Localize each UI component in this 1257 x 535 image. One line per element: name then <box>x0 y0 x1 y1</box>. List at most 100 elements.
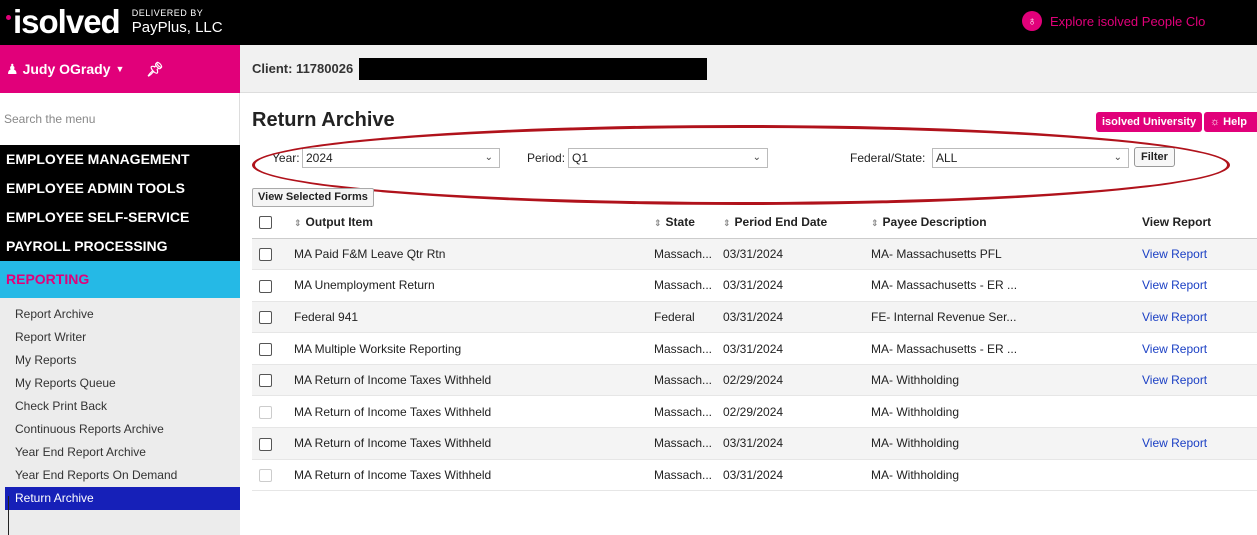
menu-reporting[interactable]: REPORTING <box>0 261 240 298</box>
cell-payee-description: FE- Internal Revenue Ser... <box>871 301 1142 334</box>
year-value: 2024 <box>306 151 333 165</box>
caret-down-icon: ▼ <box>115 64 125 74</box>
table-row: MA Return of Income Taxes Withheld Massa… <box>252 364 1257 397</box>
sidebar-item-year-end-report-archive[interactable]: Year End Report Archive <box>5 441 240 464</box>
sidebar-item-my-reports-queue[interactable]: My Reports Queue <box>5 372 240 395</box>
isolved-logo[interactable]: isolved DELIVERED BY PayPlus, LLC <box>6 4 223 40</box>
explore-text: Explore isolved People Clo <box>1050 13 1206 29</box>
select-all-checkbox[interactable] <box>259 216 272 230</box>
period-value: Q1 <box>572 151 589 165</box>
sidebar-item-report-archive[interactable]: Report Archive <box>5 303 240 326</box>
cell-view-report: View Report <box>1142 301 1257 334</box>
federal-state-label: Federal/State: <box>850 151 926 165</box>
pin-icon[interactable]: 📌︎ <box>146 61 164 78</box>
sidebar-item-my-reports[interactable]: My Reports <box>5 349 240 372</box>
table-row: Federal 941 Federal 03/31/2024 FE- Inter… <box>252 301 1257 334</box>
menu-employee-admin-tools[interactable]: EMPLOYEE ADMIN TOOLS <box>0 174 240 203</box>
user-icon: ♟ <box>6 60 19 77</box>
cell-period-end-date: 02/29/2024 <box>723 395 871 429</box>
cell-payee-description: MA- Withholding <box>871 427 1142 460</box>
cell-output-item: MA Unemployment Return <box>294 269 654 302</box>
cell-payee-description: MA- Withholding <box>871 395 1142 429</box>
row-checkbox[interactable] <box>259 279 272 293</box>
cell-view-report: View Report <box>1142 238 1257 271</box>
cell-state: Massach... <box>654 238 723 271</box>
col-state[interactable]: ⇕ State <box>654 207 723 239</box>
row-checkbox-cell <box>252 238 294 271</box>
cell-period-end-date: 03/31/2024 <box>723 238 871 271</box>
federal-state-select[interactable]: ALL ⌄ <box>932 148 1129 168</box>
view-report-link[interactable]: View Report <box>1142 310 1207 324</box>
sidebar-divider <box>8 496 9 535</box>
col-period-end-date[interactable]: ⇕ Period End Date <box>723 207 871 239</box>
view-selected-forms-button[interactable]: View Selected Forms <box>252 188 374 207</box>
row-checkbox[interactable] <box>259 311 272 325</box>
chevron-down-icon: ⌄ <box>752 152 761 163</box>
menu-payroll-processing[interactable]: PAYROLL PROCESSING <box>0 232 240 261</box>
cell-state: Federal <box>654 301 723 334</box>
select-all-cell <box>252 207 294 239</box>
col-output-item-label: Output Item <box>305 215 373 230</box>
col-output-item[interactable]: ⇕ Output Item <box>294 207 654 239</box>
row-checkbox-cell <box>252 269 294 302</box>
year-select[interactable]: 2024 ⌄ <box>302 148 500 168</box>
cell-state: Massach... <box>654 395 723 429</box>
row-checkbox[interactable] <box>259 374 272 388</box>
view-report-link[interactable]: View Report <box>1142 342 1207 356</box>
menu-search-input[interactable]: Search the menu <box>0 93 240 145</box>
sidebar-item-continuous-reports-archive[interactable]: Continuous Reports Archive <box>5 418 240 441</box>
sidebar: Search the menu EMPLOYEE MANAGEMENT EMPL… <box>0 93 240 535</box>
cell-state: Massach... <box>654 332 723 365</box>
cell-period-end-date: 03/31/2024 <box>723 427 871 460</box>
explore-link[interactable]: ♁ Explore isolved People Clo <box>1022 11 1257 31</box>
user-menu[interactable]: ♟ Judy OGrady ▼ 📌︎ <box>0 45 240 93</box>
cell-output-item: Federal 941 <box>294 301 654 334</box>
help-label: Help <box>1223 116 1247 128</box>
cell-period-end-date: 03/31/2024 <box>723 332 871 365</box>
logo-subtitle: DELIVERED BY PayPlus, LLC <box>132 9 223 36</box>
row-checkbox-cell <box>252 427 294 460</box>
menu-sections: EMPLOYEE MANAGEMENT EMPLOYEE ADMIN TOOLS… <box>0 145 240 261</box>
client-bar: Client: 11780026 <box>240 45 1257 93</box>
table-row: MA Multiple Worksite Reporting Massach..… <box>252 332 1257 365</box>
return-archive-table: ⇕ Output Item ⇕ State ⇕ Period End Date ⇕ Pa… <box>252 207 1257 492</box>
sidebar-item-year-end-reports-on-demand[interactable]: Year End Reports On Demand <box>5 464 240 487</box>
main-content: Return Archive isolved University ☼ Help… <box>240 93 1257 535</box>
sidebar-item-check-print-back[interactable]: Check Print Back <box>5 395 240 418</box>
col-state-label: State <box>665 215 695 230</box>
menu-employee-management[interactable]: EMPLOYEE MANAGEMENT <box>0 145 240 174</box>
period-label: Period: <box>527 151 566 165</box>
cell-view-report: View Report <box>1142 364 1257 397</box>
help-button[interactable]: ☼ Help <box>1204 112 1257 132</box>
menu-employee-self-service[interactable]: EMPLOYEE SELF-SERVICE <box>0 203 240 232</box>
sidebar-item-report-writer[interactable]: Report Writer <box>5 326 240 349</box>
cell-view-report: View Report <box>1142 269 1257 302</box>
filter-button[interactable]: Filter <box>1134 147 1175 167</box>
cell-payee-description: MA- Massachusetts - ER ... <box>871 332 1142 365</box>
cell-period-end-date: 03/31/2024 <box>723 459 871 492</box>
isolved-university-button[interactable]: isolved University <box>1096 112 1203 132</box>
view-report-link[interactable]: View Report <box>1142 373 1207 387</box>
cell-period-end-date: 03/31/2024 <box>723 269 871 302</box>
col-payee-description[interactable]: ⇕ Payee Description <box>871 207 1142 239</box>
table-header-row: ⇕ Output Item ⇕ State ⇕ Period End Date ⇕ Pa… <box>252 207 1257 239</box>
row-checkbox[interactable] <box>259 247 272 261</box>
period-select[interactable]: Q1 ⌄ <box>568 148 768 168</box>
cell-view-report <box>1142 459 1257 492</box>
row-checkbox[interactable] <box>259 437 272 451</box>
cell-view-report <box>1142 395 1257 429</box>
table-row: MA Return of Income Taxes Withheld Massa… <box>252 427 1257 460</box>
sidebar-item-return-archive[interactable]: Return Archive <box>5 487 240 510</box>
client-label: Client: 11780026 <box>252 61 354 76</box>
view-report-link[interactable]: View Report <box>1142 436 1207 450</box>
row-checkbox[interactable] <box>259 342 272 356</box>
chevron-down-icon: ⌄ <box>484 152 493 163</box>
view-report-link[interactable]: View Report <box>1142 247 1207 261</box>
federal-state-value: ALL <box>936 151 958 165</box>
page-title: Return Archive <box>252 109 395 131</box>
view-report-link[interactable]: View Report <box>1142 278 1207 292</box>
cell-view-report: View Report <box>1142 427 1257 460</box>
year-label: Year: <box>272 151 300 165</box>
sort-icon: ⇕ <box>871 218 879 229</box>
sort-icon: ⇕ <box>654 218 662 229</box>
